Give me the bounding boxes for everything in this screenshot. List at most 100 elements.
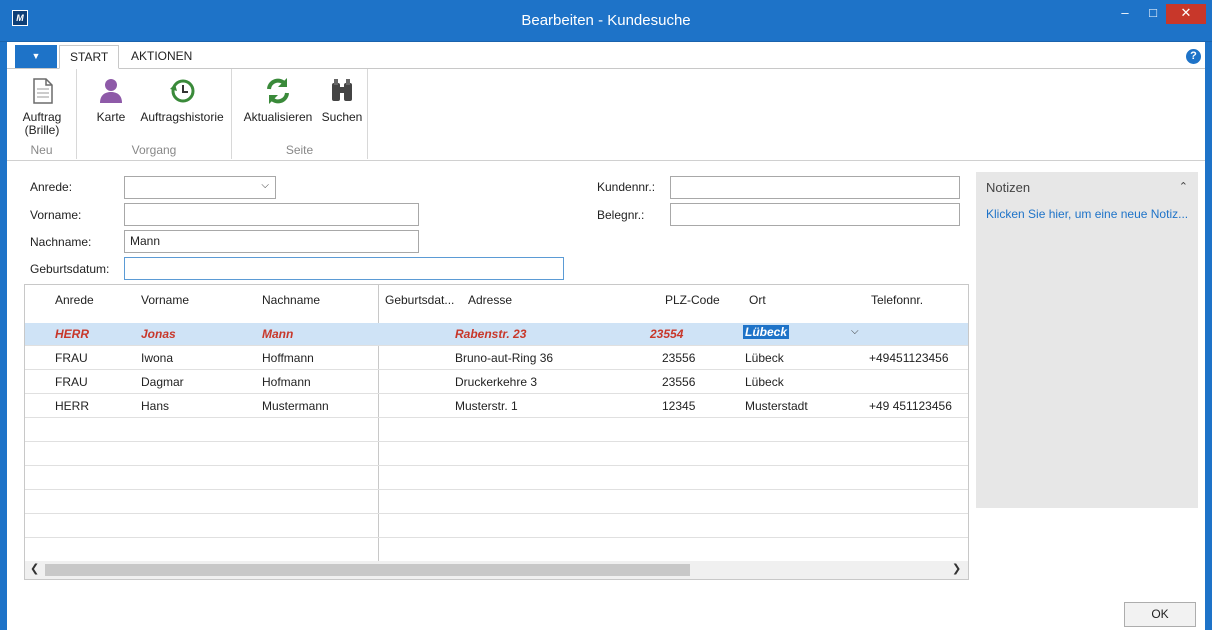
suchen-button[interactable]: Suchen	[318, 75, 366, 124]
ribbon-group-neu: Auftrag (Brille) Neu	[7, 69, 77, 159]
anrede-label: Anrede:	[30, 180, 73, 194]
chevron-down-icon: ⌵	[261, 180, 269, 191]
cell-nachname: Mustermann	[262, 399, 329, 413]
minimize-button[interactable]: –	[1113, 4, 1137, 24]
cell-anrede: FRAU	[55, 375, 88, 389]
cell-adresse: Bruno-aut-Ring 36	[455, 351, 554, 365]
cell-nachname: Hofmann	[262, 375, 311, 389]
nachname-field[interactable]: Mann	[124, 230, 419, 253]
column-header-nachname[interactable]: Nachname	[262, 293, 320, 307]
cell-vorname: Dagmar	[141, 375, 184, 389]
cell-adresse: Rabenstr. 23	[455, 327, 527, 341]
history-icon	[170, 79, 195, 103]
column-header-telefonnr[interactable]: Telefonnr.	[871, 293, 923, 307]
table-row-empty	[25, 467, 968, 490]
suchen-label: Suchen	[321, 110, 363, 124]
belegnr-field[interactable]	[670, 203, 960, 226]
cell-plz-code: 23556	[662, 375, 696, 389]
customer-grid: Anrede Vorname Nachname Geburtsdat... Ad…	[24, 284, 969, 580]
cell-plz-code: 23554	[650, 327, 684, 341]
aktualisieren-button[interactable]: Aktualisieren	[240, 75, 316, 124]
cell-vorname: Hans	[141, 399, 170, 413]
aktualisieren-label: Aktualisieren	[243, 110, 313, 124]
ort-dropdown[interactable]: Lübeck	[743, 325, 867, 344]
auftrag-brille-button[interactable]: Auftrag (Brille)	[17, 75, 67, 137]
window-border-left	[0, 42, 7, 630]
new-note-link[interactable]: Klicken Sie hier, um eine neue Notiz...	[986, 207, 1188, 221]
karte-label: Karte	[96, 110, 126, 124]
refresh-icon	[267, 78, 289, 104]
cell-adresse: Musterstr. 1	[455, 399, 518, 413]
column-header-adresse[interactable]: Adresse	[468, 293, 512, 307]
ribbon: Auftrag (Brille) Neu Karte Auftragshisto…	[7, 69, 1205, 161]
column-header-ort[interactable]: Ort	[749, 293, 766, 307]
anrede-select[interactable]: ⌵	[124, 176, 276, 199]
column-header-plz-code[interactable]: PLZ-Code	[665, 293, 720, 307]
cell-adresse: Druckerkehre 3	[455, 375, 538, 389]
cell-vorname: Jonas	[141, 327, 176, 341]
horizontal-scrollbar[interactable]: ❮ ❯	[25, 561, 968, 579]
auftragshistorie-label: Auftragshistorie	[140, 110, 224, 124]
notes-panel: Notizen ⌃ Klicken Sie hier, um eine neue…	[976, 172, 1198, 508]
close-button[interactable]: ✕	[1166, 4, 1206, 24]
table-row-empty	[25, 419, 968, 442]
help-icon[interactable]: ?	[1186, 49, 1201, 64]
tab-start[interactable]: START	[59, 45, 120, 69]
title-bar: M Bearbeiten - Kundesuche – □ ✕	[0, 0, 1212, 42]
karte-button[interactable]: Karte	[93, 75, 129, 124]
scroll-left-icon[interactable]: ❮	[30, 562, 39, 575]
table-row[interactable]: FRAU Iwona Hoffmann Bruno-aut-Ring 36 23…	[25, 347, 968, 370]
cell-ort: Lübeck	[745, 375, 784, 389]
scrollbar-thumb[interactable]	[45, 564, 690, 576]
cell-plz-code: 23556	[662, 351, 696, 365]
kundennr-field[interactable]	[670, 176, 960, 199]
person-icon	[100, 79, 122, 103]
table-row[interactable]: HERR Jonas Mann Rabenstr. 23 23554 Lübec…	[25, 323, 968, 346]
nachname-label: Nachname:	[30, 235, 92, 249]
document-icon	[33, 78, 53, 104]
column-header-anrede[interactable]: Anrede	[55, 293, 94, 307]
cell-plz-code: 12345	[662, 399, 696, 413]
cell-nachname: Mann	[262, 327, 294, 341]
tab-aktionen[interactable]: AKTIONEN	[121, 45, 202, 69]
ribbon-group-vorgang: Karte Auftragshistorie Vorgang	[77, 69, 232, 159]
table-row[interactable]: HERR Hans Mustermann Musterstr. 1 12345 …	[25, 395, 968, 418]
cell-ort: Lübeck	[743, 325, 790, 339]
column-header-geburtsdatum[interactable]: Geburtsdat...	[385, 293, 454, 307]
chevron-down-icon[interactable]: ⌵	[851, 326, 859, 337]
cell-vorname: Iwona	[141, 351, 174, 365]
geburtsdatum-label: Geburtsdatum:	[30, 262, 110, 276]
window-title: Bearbeiten - Kundesuche	[521, 12, 691, 29]
notes-title: Notizen	[986, 180, 1031, 195]
maximize-button[interactable]: □	[1141, 4, 1165, 24]
ok-button[interactable]: OK	[1124, 602, 1196, 627]
cell-ort: Musterstadt	[745, 399, 808, 413]
vorname-field[interactable]	[124, 203, 419, 226]
ribbon-tabs: ▼ START AKTIONEN ?	[7, 45, 1205, 69]
ribbon-group-label-vorgang: Vorgang	[131, 143, 177, 157]
chevron-up-icon[interactable]: ⌃	[1179, 180, 1188, 193]
ribbon-group-seite: Aktualisieren Suchen Seite	[232, 69, 368, 159]
cell-ort: Lübeck	[745, 351, 784, 365]
cell-anrede: HERR	[55, 399, 90, 413]
binoculars-icon	[332, 79, 352, 101]
vorname-label: Vorname:	[30, 208, 82, 222]
cell-anrede: HERR	[55, 327, 90, 341]
kundennr-label: Kundennr.:	[597, 180, 656, 194]
cell-anrede: FRAU	[55, 351, 88, 365]
table-row-empty	[25, 443, 968, 466]
ribbon-group-label-neu: Neu	[30, 143, 53, 157]
auftrag-brille-label: Auftrag (Brille)	[22, 110, 62, 137]
column-header-vorname[interactable]: Vorname	[141, 293, 189, 307]
ribbon-group-label-seite: Seite	[285, 143, 314, 157]
auftragshistorie-button[interactable]: Auftragshistorie	[135, 75, 229, 124]
scroll-right-icon[interactable]: ❯	[952, 562, 961, 575]
geburtsdatum-field[interactable]	[124, 257, 564, 280]
table-row-empty	[25, 491, 968, 514]
table-row-empty	[25, 515, 968, 538]
ribbon-menu-button[interactable]: ▼	[15, 45, 57, 68]
belegnr-label: Belegnr.:	[597, 208, 645, 222]
cell-telefonnr: +49 451123456	[869, 399, 952, 413]
window-border-right	[1205, 42, 1212, 630]
table-row[interactable]: FRAU Dagmar Hofmann Druckerkehre 3 23556…	[25, 371, 968, 394]
